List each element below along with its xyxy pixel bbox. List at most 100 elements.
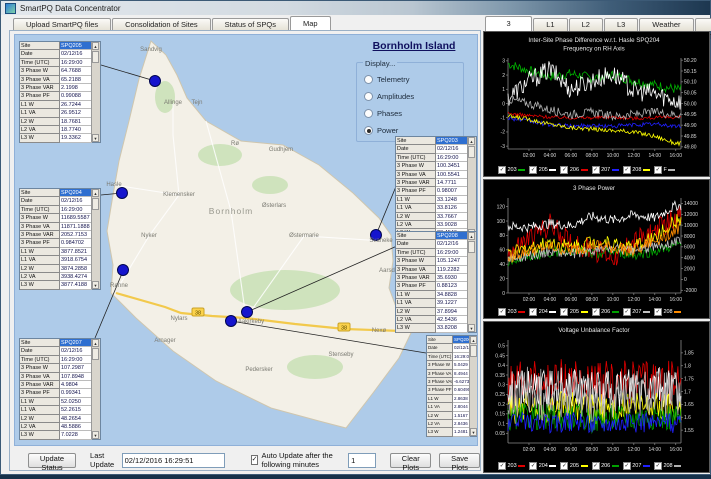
table-scrollbar[interactable]: ▲▼	[91, 42, 100, 142]
legend-checkbox-207[interactable]: ✓	[623, 462, 631, 470]
legend-color-dash	[612, 311, 619, 313]
scroll-down-arrow[interactable]: ▼	[92, 431, 99, 439]
town-label-rønne: Rønne	[110, 283, 128, 289]
chart-tab-l3[interactable]: L3	[604, 18, 638, 31]
table-row: L2 W18.7681	[20, 118, 100, 126]
legend-checkbox-205[interactable]: ✓	[560, 308, 568, 316]
row-label: Site	[20, 339, 60, 347]
legend-item-203: ✓203	[498, 308, 525, 316]
table-scrollbar[interactable]: ▲▼	[467, 232, 476, 332]
scrollbar-thumb[interactable]	[468, 146, 475, 158]
y-right-tick: 1.6	[684, 415, 691, 421]
legend-checkbox-208[interactable]: ✓	[654, 462, 662, 470]
legend-checkbox-204[interactable]: ✓	[529, 308, 537, 316]
legend-checkbox-208[interactable]: ✓	[654, 308, 662, 316]
legend-checkbox-F[interactable]: ✓	[654, 166, 662, 174]
chart-tab-weather[interactable]: Weather	[639, 18, 693, 31]
legend-item-204: ✓204	[529, 308, 556, 316]
row-label: Time (UTC)	[20, 206, 60, 214]
auto-update-checkbox[interactable]: ✓	[251, 455, 259, 465]
legend-checkbox-206[interactable]: ✓	[592, 308, 600, 316]
row-label: L2 W	[20, 265, 60, 273]
table-scrollbar[interactable]: ▲▼	[469, 336, 478, 436]
display-option-label: Amplitudes	[377, 92, 414, 101]
legend-color-dash	[581, 311, 588, 313]
scrollbar-thumb[interactable]	[468, 241, 475, 253]
table-row: 3 Phase VAR4.9804	[20, 381, 100, 389]
auto-update-minutes-field[interactable]	[348, 453, 376, 468]
legend-checkbox-206[interactable]: ✓	[592, 462, 600, 470]
table-row: 3 Phase VAR35.6930	[396, 274, 476, 282]
town-label-hasle: Hasle	[106, 182, 121, 188]
legend-item-206: ✓206	[592, 308, 619, 316]
scroll-down-arrow[interactable]: ▼	[92, 281, 99, 289]
scrollbar-thumb[interactable]	[470, 345, 477, 357]
legend-checkbox-203[interactable]: ✓	[498, 166, 506, 174]
scroll-down-arrow[interactable]: ▼	[470, 428, 477, 436]
chart-tab-3-phase[interactable]: 3 Phase	[485, 16, 532, 31]
legend-checkbox-203[interactable]: ✓	[498, 462, 506, 470]
site-marker[interactable]	[150, 76, 161, 87]
value-cell: 39.1227	[436, 299, 468, 307]
table-row: 3 Phase VA100.5541	[396, 171, 476, 179]
legend-color-dash	[612, 169, 619, 171]
scroll-up-arrow[interactable]: ▲	[468, 232, 475, 240]
table-scrollbar[interactable]: ▲▼	[91, 189, 100, 289]
scrollbar-thumb[interactable]	[92, 51, 99, 63]
scroll-up-arrow[interactable]: ▲	[92, 339, 99, 347]
site-marker[interactable]	[118, 265, 129, 276]
chart-tab-l1[interactable]: L1	[533, 18, 567, 31]
legend-item-204: ✓204	[529, 462, 556, 470]
row-label: L1 VA	[20, 109, 60, 117]
value-cell: 0.984702	[60, 239, 92, 247]
legend-checkbox-206[interactable]: ✓	[560, 166, 568, 174]
legend-checkbox-204[interactable]: ✓	[529, 462, 537, 470]
update-status-button[interactable]: Update Status	[28, 453, 76, 468]
table-row: L1 VA52.2615	[20, 406, 100, 414]
display-option-phases[interactable]: Phases	[364, 106, 463, 121]
scrollbar-thumb[interactable]	[92, 198, 99, 210]
display-option-telemetry[interactable]: Telemetry	[364, 72, 463, 87]
scroll-down-arrow[interactable]: ▼	[92, 134, 99, 142]
chart-tab-l2[interactable]: L2	[569, 18, 603, 31]
save-plots-button[interactable]: Save Plots	[439, 453, 480, 468]
scroll-up-arrow[interactable]: ▲	[470, 336, 477, 344]
scrollbar-thumb[interactable]	[92, 348, 99, 360]
scroll-up-arrow[interactable]: ▲	[92, 42, 99, 50]
chart-tab-v-thd[interactable]: V THD	[695, 18, 711, 31]
legend-checkbox-208[interactable]: ✓	[623, 166, 631, 174]
legend-label: 208	[663, 309, 672, 315]
site-id-cell: SPQ208	[436, 232, 468, 240]
legend-color-dash	[518, 169, 525, 171]
legend-color-dash	[643, 465, 650, 467]
legend-checkbox-205[interactable]: ✓	[529, 166, 537, 174]
display-option-label: Power	[377, 126, 398, 135]
legend-checkbox-205[interactable]: ✓	[560, 462, 568, 470]
y-right-tick: 49.80	[684, 145, 697, 151]
site-marker[interactable]	[117, 188, 128, 199]
table-scrollbar[interactable]: ▲▼	[91, 339, 100, 439]
scroll-down-arrow[interactable]: ▼	[468, 324, 475, 332]
site-marker[interactable]	[226, 316, 237, 327]
legend-color-dash	[581, 465, 588, 467]
legend-label: 207	[632, 309, 641, 315]
legend-checkbox-207[interactable]: ✓	[623, 308, 631, 316]
scroll-up-arrow[interactable]: ▲	[92, 189, 99, 197]
clear-plots-button[interactable]: Clear Plots	[390, 453, 431, 468]
legend-checkbox-203[interactable]: ✓	[498, 308, 506, 316]
site-id-cell: SPQ204	[60, 189, 92, 197]
x-tick: 14:00	[649, 297, 662, 303]
display-option-amplitudes[interactable]: Amplitudes	[364, 89, 463, 104]
table-row: Time (UTC)16:29:00	[20, 206, 100, 214]
x-tick: 12:00	[628, 447, 641, 453]
tab-map[interactable]: Map	[290, 16, 331, 31]
site-marker[interactable]	[242, 307, 253, 318]
scroll-up-arrow[interactable]: ▲	[468, 137, 475, 145]
legend-checkbox-207[interactable]: ✓	[592, 166, 600, 174]
row-label: L1 W	[396, 196, 436, 204]
table-scrollbar[interactable]: ▲▼	[467, 137, 476, 237]
chart-legend: ✓203✓204✓205✓206✓207✓208	[498, 308, 681, 316]
last-update-field[interactable]	[122, 453, 225, 468]
value-cell: 18.7740	[60, 126, 92, 134]
town-label-tejn: Tejn	[191, 100, 202, 106]
